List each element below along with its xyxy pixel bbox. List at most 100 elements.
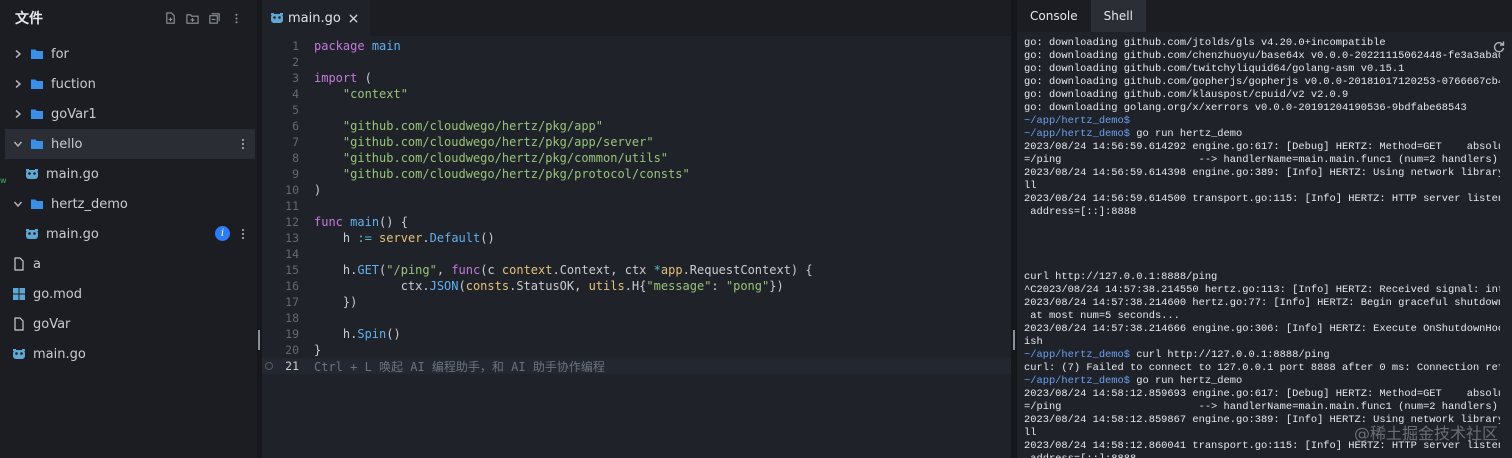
tree-item-label: go.mod — [33, 286, 82, 302]
terminal-line: curl: (7) Failed to connect to 127.0.0.1… — [1024, 362, 1500, 374]
tree-item-main-go[interactable]: main.go i — [5, 219, 255, 249]
code-line[interactable]: 17 }) — [262, 294, 1011, 310]
chevron-right-icon[interactable] — [11, 107, 25, 121]
file-icon — [11, 316, 27, 332]
terminal-line: 2023/08/24 14:57:38.214666 engine.go:306… — [1024, 323, 1500, 335]
chevron-right-icon[interactable] — [11, 77, 25, 91]
code-text: h.GET("/ping", func(c context.Context, c… — [314, 263, 813, 277]
code-text: "github.com/cloudwego/hertz/pkg/protocol… — [342, 167, 690, 181]
terminal-line: go: downloading github.com/gopherjs/goph… — [1024, 76, 1500, 88]
mod-file-icon — [11, 286, 27, 302]
code-line[interactable]: 20} — [262, 342, 1011, 358]
splitter-grip[interactable] — [258, 330, 260, 350]
more-icon[interactable] — [225, 7, 247, 29]
chevron-down-icon[interactable] — [11, 197, 25, 211]
code-line[interactable]: 8 "github.com/cloudwego/hertz/pkg/common… — [262, 150, 1011, 166]
tab-console[interactable]: Console — [1017, 0, 1091, 32]
shell-prompt: ~/app/hertz_demo$ — [1024, 349, 1131, 361]
code-line[interactable]: 6 "github.com/cloudwego/hertz/pkg/app" — [262, 118, 1011, 134]
tree-item-main-go[interactable]: main.go — [5, 159, 255, 189]
terminal-line: go: downloading github.com/klauspost/cpu… — [1024, 89, 1349, 101]
more-icon[interactable] — [239, 226, 247, 242]
tree-item-hello[interactable]: hello — [5, 129, 255, 159]
code-text: h.Spin() — [314, 327, 401, 341]
code-line[interactable]: 1 package main — [262, 38, 1011, 54]
folder-icon — [29, 196, 45, 212]
tree-item-govar[interactable]: goVar — [5, 309, 255, 339]
go-file-icon — [271, 13, 283, 23]
tree-item-label: goVar1 — [51, 106, 97, 122]
terminal-line: go: downloading github.com/twitchyliquid… — [1024, 63, 1405, 75]
code-line[interactable]: 14 — [262, 246, 1011, 262]
tree-item-govar1[interactable]: goVar1 — [5, 99, 255, 129]
terminal-line: go: downloading github.com/chenzhuoyu/ba… — [1024, 50, 1500, 62]
terminal-line: at most num=5 seconds... — [1024, 310, 1180, 322]
code-text: "github.com/cloudwego/hertz/pkg/common/u… — [342, 151, 669, 165]
code-line[interactable]: 12 func main() { — [262, 214, 1011, 230]
tree-item-label: main.go — [33, 346, 86, 362]
terminal-line: address=[::]:8888 — [1024, 453, 1500, 458]
code-line[interactable]: 7 "github.com/cloudwego/hertz/pkg/app/se… — [262, 134, 1011, 150]
code-line[interactable]: 2 — [262, 54, 1011, 70]
tree-item-label: hello — [51, 136, 83, 152]
line-number: 19 — [285, 327, 299, 341]
terminal-panel: Console Shell go: downloading github.com… — [1017, 0, 1512, 458]
code-line[interactable]: 16 ctx.JSON(consts.StatusOK, utils.H{"me… — [262, 278, 1011, 294]
code-line[interactable]: 15 h.GET("/ping", func(c context.Context… — [262, 262, 1011, 278]
code-line[interactable]: 9 "github.com/cloudwego/hertz/pkg/protoc… — [262, 166, 1011, 182]
tree-item-main-go[interactable]: main.go — [5, 339, 255, 369]
tab-main-go[interactable]: main.go — [262, 0, 370, 36]
code-line[interactable]: 13 h := server.Default() — [262, 230, 1011, 246]
code-line[interactable]: 5 — [262, 102, 1011, 118]
tree-item-fuction[interactable]: fuction — [5, 69, 255, 99]
tree-item-for[interactable]: for — [5, 39, 255, 69]
terminal-line: 2023/08/24 14:56:59.614500 transport.go:… — [1024, 193, 1500, 205]
tree-item-label: a — [33, 256, 41, 272]
line-number: 20 — [285, 343, 299, 357]
splitter-grip[interactable] — [1013, 330, 1015, 350]
file-explorer-title: 文件 — [15, 11, 43, 27]
terminal-line: 2023/08/24 14:56:59.614398 engine.go:389… — [1024, 167, 1500, 179]
chevron-right-icon[interactable] — [11, 47, 25, 61]
file-icon — [11, 256, 27, 272]
tab-shell[interactable]: Shell — [1090, 0, 1146, 32]
file-explorer: 文件 for fuction goVar1 hello main.go hertz_dem… — [0, 0, 257, 458]
shell-prompt: ~/app/hertz_demo$ — [1024, 128, 1131, 140]
terminal-line: ish — [1024, 336, 1043, 348]
new-file-icon[interactable] — [159, 7, 181, 29]
code-line[interactable]: 11 — [262, 198, 1011, 214]
terminal-line: =/ping --> handlerName=main.main.func1 (… — [1024, 401, 1498, 413]
refresh-icon[interactable] — [1492, 40, 1506, 54]
terminal-line: go: downloading github.com/jtolds/gls v4… — [1024, 37, 1386, 49]
tree-item-go-mod[interactable]: go.mod — [5, 279, 255, 309]
code-line[interactable]: 21 Ctrl + L 唤起 AI 编程助手，和 AI 助手协作编程 — [262, 358, 1011, 374]
tree-item-label: main.go — [46, 166, 99, 182]
tree-item-a[interactable]: a — [5, 249, 255, 279]
collapse-all-icon[interactable] — [203, 7, 225, 29]
code-text: h := server.Default() — [314, 231, 495, 245]
terminal-line: ~/app/hertz_demo$ go run hertz_demo — [1024, 375, 1243, 387]
code-line[interactable]: 3 import ( — [262, 70, 1011, 86]
line-number: 15 — [285, 263, 299, 277]
folder-icon — [29, 76, 45, 92]
new-folder-icon[interactable] — [181, 7, 203, 29]
info-badge[interactable]: i — [215, 226, 230, 241]
close-icon[interactable] — [348, 12, 360, 24]
terminal-output[interactable]: go: downloading github.com/jtolds/gls v4… — [1017, 32, 1512, 458]
line-number: 17 — [285, 295, 299, 309]
more-icon[interactable] — [239, 136, 247, 152]
code-line[interactable]: 10) — [262, 182, 1011, 198]
chevron-down-icon[interactable] — [11, 137, 25, 151]
terminal-line: 2023/08/24 14:56:59.614292 engine.go:617… — [1024, 141, 1500, 153]
line-number: 7 — [292, 135, 299, 149]
tree-item-hertz-demo[interactable]: hertz_demo — [5, 189, 255, 219]
terminal-line: ~/app/hertz_demo$ — [1024, 115, 1500, 128]
line-number: 10 — [285, 183, 299, 197]
code-line[interactable]: 18 — [262, 310, 1011, 326]
tree-item-label: fuction — [51, 76, 96, 92]
code-text: ctx.JSON(consts.StatusOK, utils.H{"messa… — [314, 279, 784, 293]
code-line[interactable]: 4 "context" — [262, 86, 1011, 102]
code-line[interactable]: 19 h.Spin() — [262, 326, 1011, 342]
breakpoint-marker[interactable] — [265, 362, 273, 370]
